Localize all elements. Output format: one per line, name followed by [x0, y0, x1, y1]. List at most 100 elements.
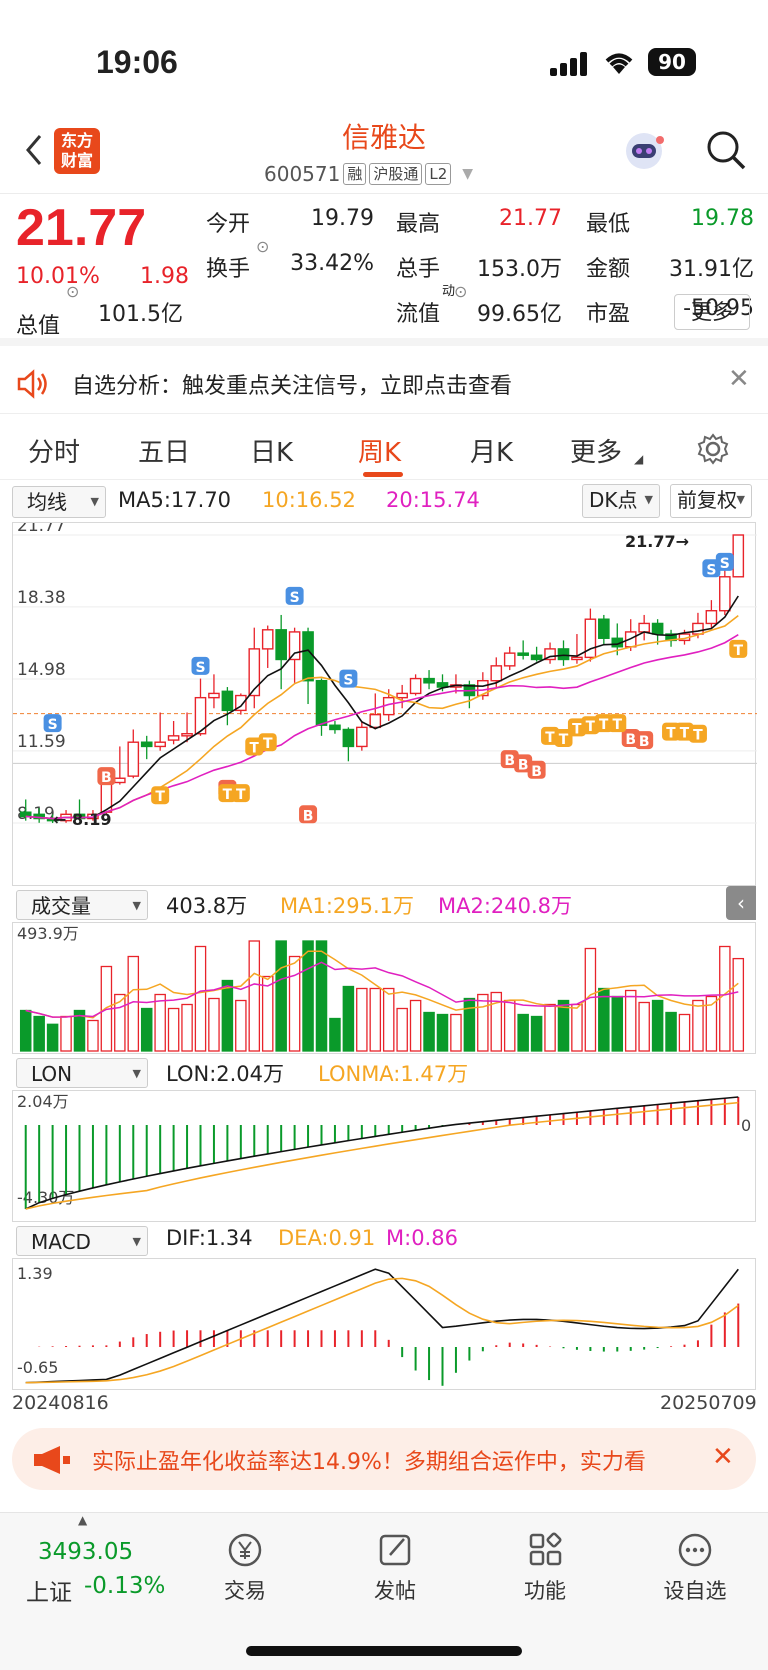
signal-T-label: T: [693, 728, 703, 744]
volume-bar: [463, 997, 476, 1052]
candle-body: [571, 656, 583, 661]
candle-body: [140, 741, 153, 748]
promo-banner[interactable]: 实际止盈年化收益率达14.9%！多期组合运作中，实力看 ✕: [12, 1428, 756, 1490]
candle-body: [154, 741, 166, 748]
stat-value-0-1: 21.77: [499, 206, 562, 231]
post-button[interactable]: 发帖: [340, 1531, 450, 1605]
signal-S-label: S: [290, 590, 300, 606]
ma20-legend: 20:15.74: [386, 488, 480, 512]
stat-value-1-2: 31.91亿: [669, 257, 754, 282]
adjust-price-button[interactable]: 前复权: [670, 484, 752, 518]
ai-assistant-icon[interactable]: [620, 128, 668, 174]
battery-icon: 90: [648, 48, 696, 76]
candle-body: [261, 629, 274, 650]
caret-up-icon: ▲: [78, 1513, 88, 1527]
candle-body: [127, 741, 140, 777]
volume-bar: [624, 989, 637, 1052]
index-name: 上证: [26, 1580, 72, 1606]
tab-intraday[interactable]: 分时: [28, 432, 80, 469]
volume-bar: [477, 993, 489, 1052]
volume-bar: [329, 1017, 341, 1052]
quote-panel: 21.77 10.01% 1.98 今开 19.79 最高 21.77 最低 19.78 换…: [0, 194, 768, 346]
speaker-icon: [17, 369, 47, 399]
kline-chart[interactable]: 21.7718.3814.9811.598.19BBBBBBBBSSSSSSTT…: [12, 516, 757, 886]
volume-bar: [382, 987, 395, 1052]
lon-value: LON:2.04万: [166, 1062, 285, 1086]
stat-label-2-1: 流值: [396, 302, 441, 327]
dk-point-button[interactable]: DK点: [582, 484, 660, 518]
info-dots-icon[interactable]: ⊙: [256, 237, 269, 256]
tab-daily-k[interactable]: 日K: [250, 432, 293, 469]
signal-S-label: S: [343, 673, 353, 689]
ma5-legend: MA5:17.70: [118, 488, 232, 512]
volume-bar: [154, 993, 166, 1052]
date-start: 20240816: [12, 1392, 109, 1414]
stat-value-0-0: 19.79: [311, 206, 374, 231]
volume-bar: [409, 999, 422, 1052]
volume-bar: [665, 1011, 677, 1052]
functions-button[interactable]: 功能: [490, 1531, 600, 1605]
signal-T-label: T: [559, 732, 569, 748]
signal-B-label: B: [531, 764, 542, 780]
more-button[interactable]: 更多: [674, 294, 750, 330]
signal-T-label: T: [586, 719, 596, 735]
volume-chart: 493.9万: [12, 922, 756, 1054]
tab-monthly-k[interactable]: 月K: [470, 432, 513, 469]
close-icon[interactable]: ✕: [728, 364, 750, 394]
trade-label: 交易: [224, 1579, 266, 1603]
trade-button[interactable]: 交易: [190, 1531, 300, 1605]
change-percent: 10.01%: [16, 264, 100, 289]
index-pct: -0.13%: [84, 1573, 166, 1599]
signal-T-label: T: [599, 717, 609, 733]
volume-bar: [369, 987, 382, 1052]
volume-bar: [450, 1013, 462, 1052]
volume-bar: [208, 997, 220, 1052]
stock-code-row[interactable]: 600571 融 沪股通 L2 ▼: [264, 162, 473, 186]
signal-T-label: T: [545, 730, 555, 746]
macd-selector[interactable]: MACD: [16, 1226, 148, 1257]
info-dots-icon[interactable]: ⊙: [66, 282, 79, 301]
current-price: 21.77: [16, 199, 147, 257]
tab-five-day[interactable]: 五日: [138, 432, 190, 469]
info-dots-icon[interactable]: ⊙: [454, 282, 467, 301]
tab-weekly-k[interactable]: 周K: [358, 432, 401, 469]
volume-bar: [46, 1023, 59, 1052]
index-value[interactable]: 3493.05: [38, 1539, 133, 1565]
signal-T-label: T: [612, 717, 622, 733]
lon-max-label: 2.04万: [17, 1092, 69, 1111]
volume-bar: [19, 1009, 32, 1052]
macd-dif: DIF:1.34: [166, 1226, 253, 1250]
signal-T-label: T: [263, 736, 273, 752]
tag-l2: L2: [425, 163, 452, 185]
tab-more[interactable]: 更多: [570, 432, 622, 469]
collapse-arrow-icon[interactable]: ‹: [726, 886, 756, 920]
volume-bar: [396, 1007, 408, 1052]
candle-body: [356, 726, 368, 748]
volume-bar: [356, 987, 368, 1052]
candle-body: [692, 622, 704, 635]
volume-bar: [288, 955, 301, 1052]
candle-body: [329, 724, 341, 731]
volume-bar: [571, 1003, 583, 1052]
total-value-label: 总值: [16, 314, 61, 339]
settings-gear-icon[interactable]: [696, 432, 730, 466]
watchlist-notice[interactable]: 自选分析：触发重点关注信号，立即点击查看 ✕: [0, 354, 768, 414]
notice-text: 自选分析：触发重点关注信号，立即点击查看: [72, 374, 513, 399]
volume-bar: [235, 999, 247, 1052]
volume-bar: [517, 1013, 529, 1052]
stat-label-1-0: 换手: [206, 257, 251, 282]
signal-T-label: T: [249, 740, 259, 756]
status-bar: 19:06 90: [0, 0, 768, 110]
add-watchlist-button[interactable]: 设自选: [640, 1531, 750, 1605]
volume-selector[interactable]: 成交量: [16, 890, 148, 921]
search-icon[interactable]: [704, 128, 748, 172]
tag-margin: 融: [343, 163, 367, 185]
stat-label-1-1: 总手: [396, 257, 441, 282]
signal-S-label: S: [706, 562, 716, 578]
signal-T-label: T: [733, 643, 743, 659]
lon-selector[interactable]: LON: [16, 1058, 148, 1089]
candle-body: [503, 652, 516, 667]
banner-close-icon[interactable]: ✕: [712, 1442, 734, 1472]
ma-selector[interactable]: 均线: [12, 486, 106, 518]
date-end: 20250709: [660, 1392, 757, 1414]
